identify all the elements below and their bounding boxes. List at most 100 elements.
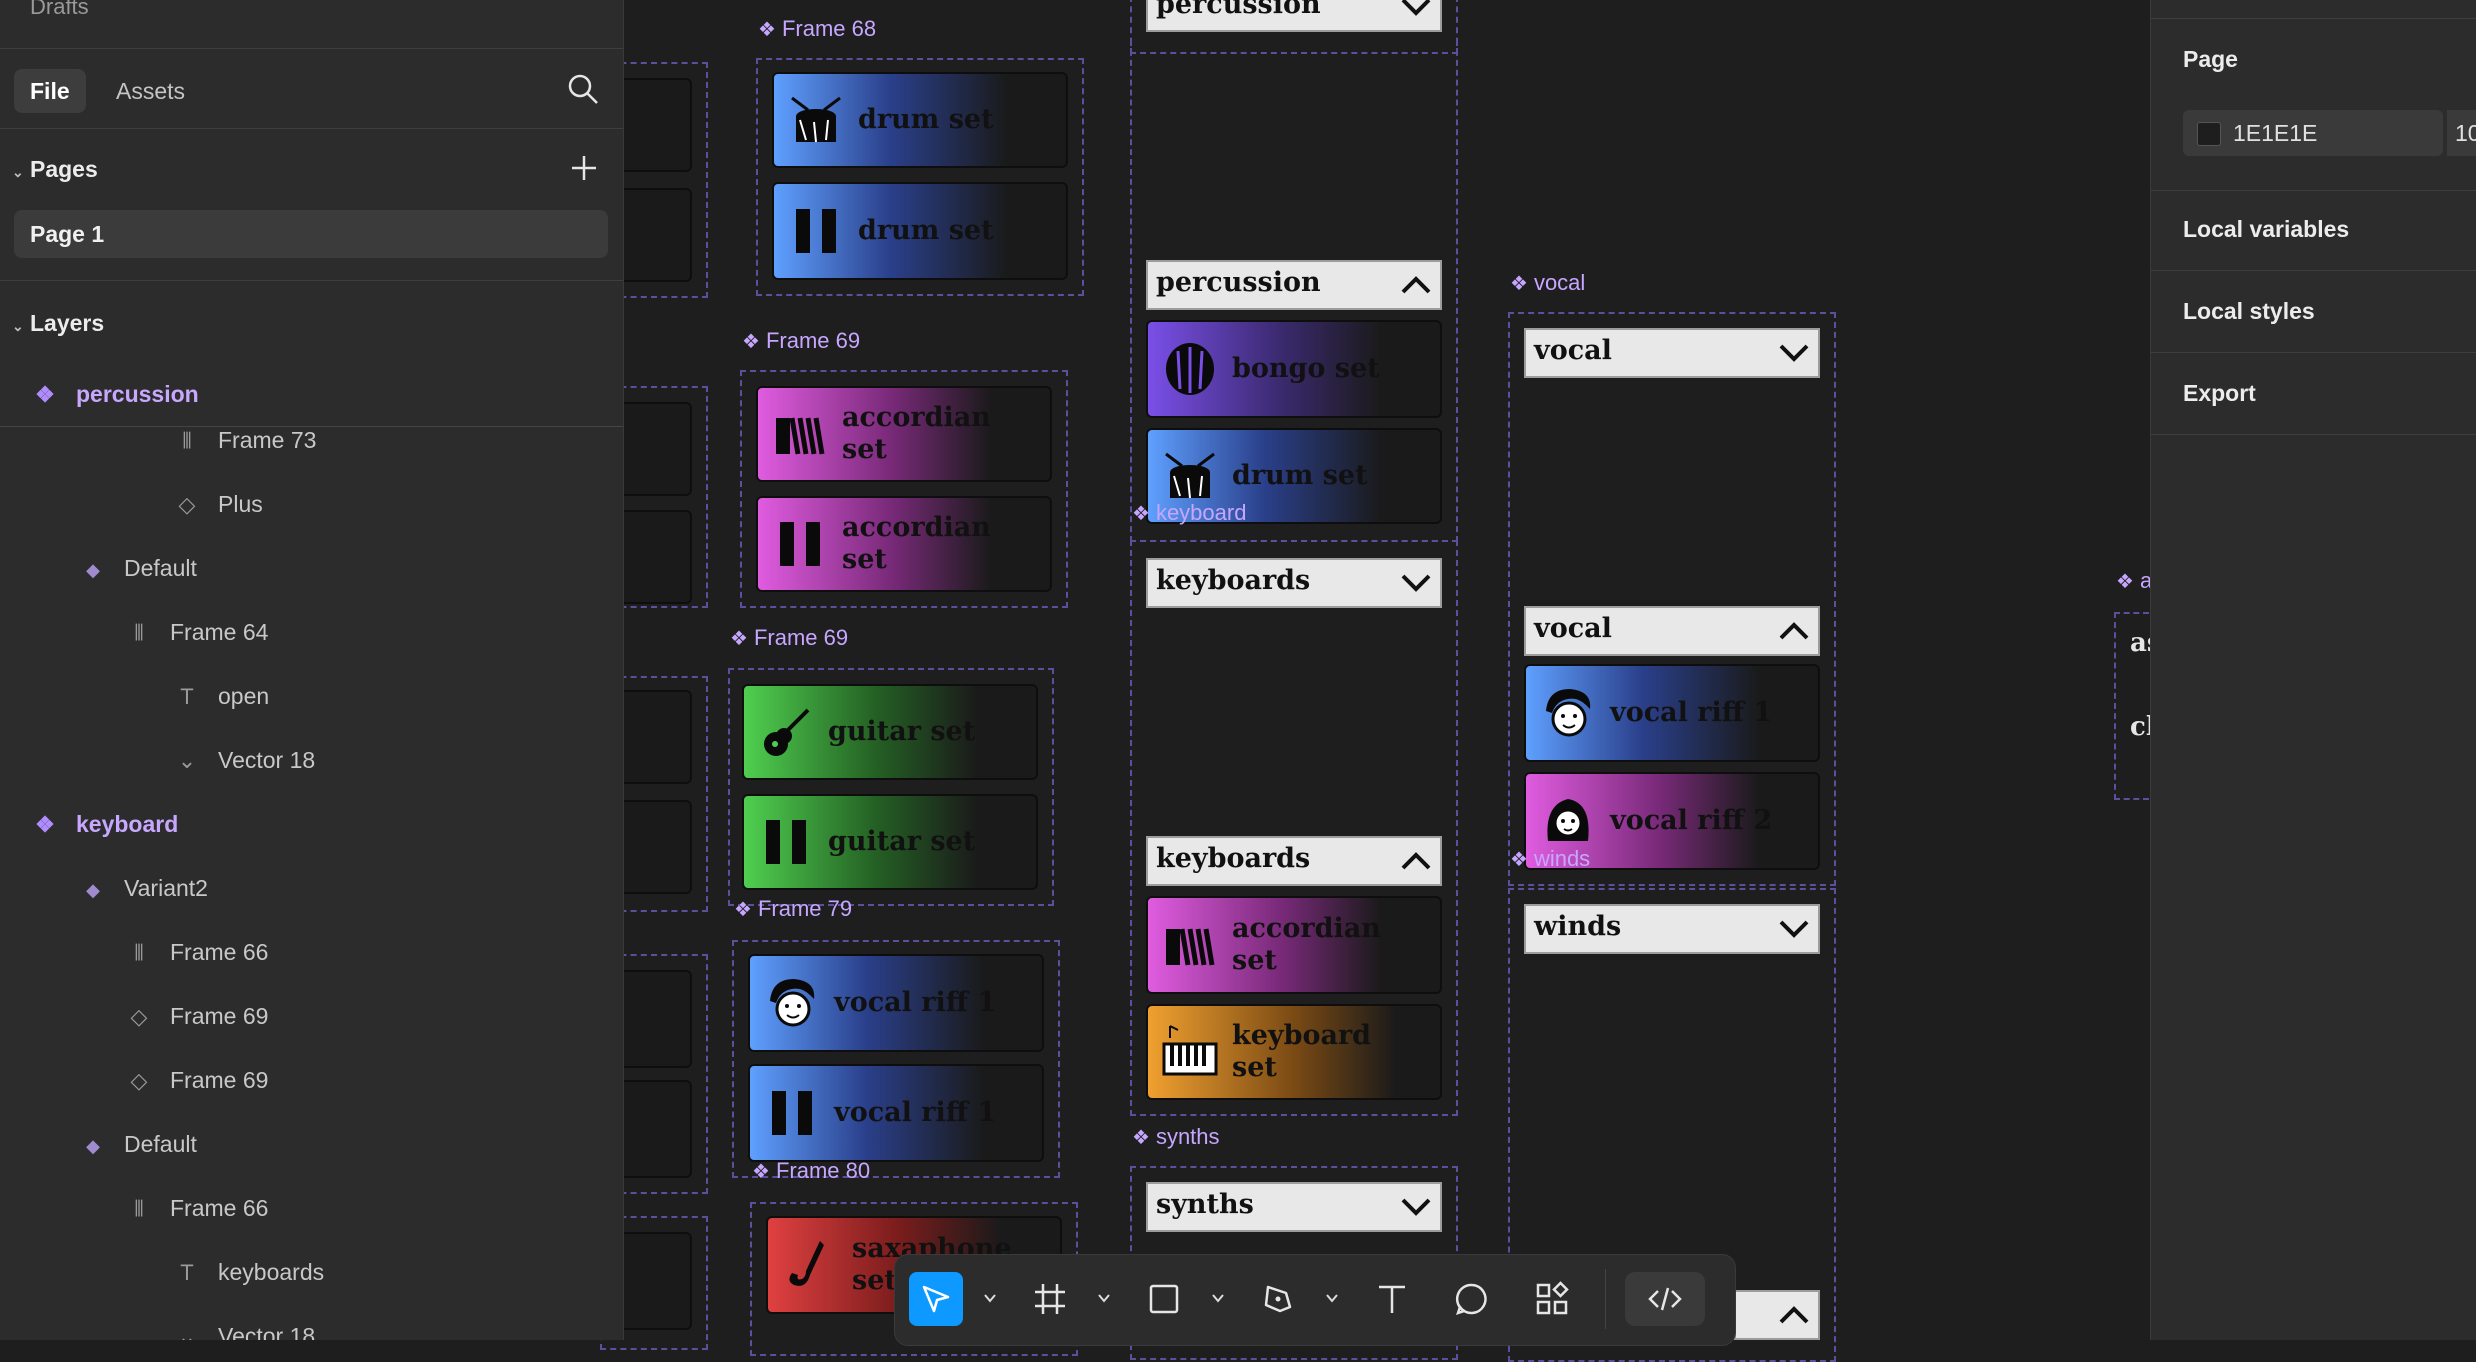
dropdown-label: percussion — [1156, 267, 1321, 298]
saxophone-icon — [789, 1241, 824, 1286]
divider — [0, 128, 623, 129]
toolbar-divider — [1605, 1269, 1606, 1329]
frame-label[interactable]: ❖ synths — [1132, 1124, 1220, 1150]
keyboard-set-button[interactable]: keyboard set — [1146, 1004, 1442, 1100]
layer-frame-69[interactable]: ◇ Frame 69 — [124, 998, 269, 1034]
vocal-dropdown-open[interactable]: vocal — [1524, 606, 1820, 656]
export-link[interactable]: Export — [2183, 380, 2256, 407]
dev-mode-toggle[interactable] — [1625, 1272, 1705, 1326]
pages-header[interactable]: ⌄ Pages — [12, 156, 98, 183]
vocal-riff-button[interactable]: vocal riff 1 — [748, 954, 1044, 1052]
button-label: accordian set — [842, 402, 991, 465]
comment-tool-button[interactable] — [1445, 1272, 1499, 1326]
layer-variant2[interactable]: ◆ Variant2 — [78, 870, 208, 906]
text-icon: T — [180, 1260, 194, 1285]
synths-dropdown-closed[interactable]: synths — [1146, 1182, 1442, 1232]
button-label: vocal riff 1 — [834, 987, 997, 1018]
drafts-breadcrumb[interactable]: Drafts — [30, 0, 89, 20]
layer-frame-73[interactable]: ⫴ Frame 73 — [172, 422, 316, 458]
search-icon[interactable] — [566, 72, 600, 106]
singer-woman-icon — [1547, 799, 1589, 841]
frame-tool-button[interactable] — [1023, 1272, 1077, 1326]
layer-frame-66[interactable]: ⫴ Frame 66 — [124, 934, 268, 970]
winds-dropdown-closed[interactable]: winds — [1524, 904, 1820, 954]
chevron-down-icon[interactable] — [1325, 1291, 1339, 1305]
frame-label[interactable]: ❖ a — [2116, 568, 2152, 594]
layer-frame-66[interactable]: ⫴ Frame 66 — [124, 1190, 268, 1226]
guitar-set-button[interactable]: guitar set — [742, 684, 1038, 780]
keyboards-dropdown-open[interactable]: keyboards — [1146, 836, 1442, 886]
color-swatch[interactable] — [2197, 122, 2221, 146]
chevron-down-icon — [1779, 920, 1809, 938]
chevron-down-icon[interactable] — [983, 1291, 997, 1305]
tab-assets[interactable]: Assets — [100, 69, 201, 113]
tab-file[interactable]: File — [14, 69, 86, 113]
frame-label[interactable]: ❖ Frame 80 — [752, 1158, 870, 1184]
pause-icon — [764, 820, 808, 864]
frame-label[interactable]: ❖ Frame 68 — [758, 16, 876, 42]
frame-label[interactable]: ❖ keyboard — [1132, 500, 1246, 526]
bongo-set-button[interactable]: bongo set — [1146, 320, 1442, 418]
layer-percussion[interactable]: ❖ percussion — [30, 376, 199, 412]
add-page-icon[interactable] — [570, 154, 598, 182]
layer-default[interactable]: ◆ Default — [78, 550, 197, 586]
layer-plus[interactable]: ◇ Plus — [172, 486, 263, 522]
accordian-set-button-2[interactable]: accordian set — [1146, 896, 1442, 994]
frame-label[interactable]: ❖ Frame 69 — [742, 328, 860, 354]
drum-set-playing-button[interactable]: drum set — [772, 182, 1068, 280]
chevron-down-icon: ⌄ — [12, 318, 24, 334]
singer-face-icon — [770, 979, 815, 1027]
layer-keyboards[interactable]: Tkeyboards — [172, 1254, 324, 1290]
frame-label[interactable]: ❖ Frame 69 — [730, 625, 848, 651]
layer-default[interactable]: ◆ Default — [78, 1126, 197, 1162]
text-tool-button[interactable] — [1365, 1272, 1419, 1326]
vocal-dropdown-closed[interactable]: vocal — [1524, 328, 1820, 378]
variant-outline-icon: ◇ — [178, 492, 196, 517]
frame-label[interactable]: ❖ vocal — [1510, 270, 1585, 296]
keyboards-dropdown-closed[interactable]: keyboards — [1146, 558, 1442, 608]
accordian-set-playing-button[interactable]: accordian set — [756, 496, 1052, 592]
accordion-icon — [1166, 928, 1215, 966]
layer-keyboard[interactable]: ❖ keyboard — [30, 806, 178, 842]
guitar-set-playing-button[interactable]: guitar set — [742, 794, 1038, 890]
layer-frame-64[interactable]: ⫴ Frame 64 — [124, 614, 268, 650]
button-label: vocal riff 1 — [1610, 697, 1773, 728]
page-item-page-1[interactable]: Page 1 — [14, 210, 608, 258]
move-tool-button[interactable] — [909, 1272, 963, 1326]
chevron-down-icon[interactable] — [1097, 1291, 1111, 1305]
chevron-up-icon — [1401, 276, 1431, 294]
frame-label[interactable]: ❖ winds — [1510, 846, 1590, 872]
variant-outline-icon: ◇ — [130, 1068, 148, 1093]
chevron-down-icon[interactable] — [1211, 1291, 1225, 1305]
percussion-dropdown-open[interactable]: percussion — [1146, 260, 1442, 310]
button-label: drum set — [858, 215, 994, 246]
vocal-riff-playing-button[interactable]: vocal riff 1 — [748, 1064, 1044, 1162]
layer-vector-18[interactable]: ⌄ Vector 18 — [172, 1318, 315, 1340]
pause-icon — [770, 1091, 814, 1135]
layer-frame-69[interactable]: ◇ Frame 69 — [124, 1062, 269, 1098]
dropdown-label: vocal — [1534, 335, 1612, 366]
drum-icon — [791, 96, 841, 143]
drum-set-button[interactable]: drum set — [772, 72, 1068, 168]
chevron-down-icon — [1779, 344, 1809, 362]
layers-header[interactable]: ⌄ Layers — [12, 310, 104, 337]
page-label: Page 1 — [30, 221, 105, 247]
accordian-set-button[interactable]: accordian set — [756, 386, 1052, 482]
shape-tool-button[interactable] — [1137, 1272, 1191, 1326]
local-styles-link[interactable]: Local styles — [2183, 298, 2315, 325]
frame-label[interactable]: ❖ Frame 79 — [734, 896, 852, 922]
resources-tool-button[interactable] — [1525, 1272, 1579, 1326]
vocal-riff-1-button[interactable]: vocal riff 1 — [1524, 664, 1820, 762]
color-hex-value: 1E1E1E — [2233, 120, 2318, 146]
pen-tool-button[interactable] — [1251, 1272, 1305, 1326]
background-color-field[interactable]: 1E1E1E — [2183, 110, 2443, 156]
chevron-down-icon — [1401, 1198, 1431, 1216]
layer-open[interactable]: Topen — [172, 678, 269, 714]
divider — [2151, 352, 2476, 353]
opacity-field[interactable]: 10 — [2447, 110, 2476, 156]
percussion-dropdown-closed[interactable]: percussion — [1146, 0, 1442, 32]
variant-outline-icon: ◇ — [130, 1004, 148, 1029]
local-variables-link[interactable]: Local variables — [2183, 216, 2349, 243]
layer-vector-18[interactable]: ⌄ Vector 18 — [172, 742, 315, 778]
winds-dropdown-open-partial[interactable] — [1734, 1290, 1820, 1340]
